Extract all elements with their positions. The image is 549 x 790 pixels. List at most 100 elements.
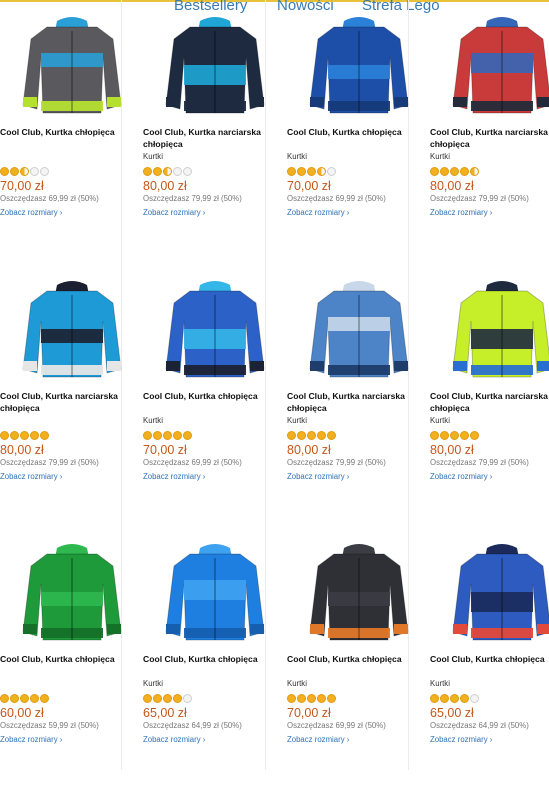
see-sizes-link[interactable]: Zobacz rozmiary › xyxy=(0,735,62,744)
star-icon xyxy=(143,431,152,440)
product-card[interactable]: Cool Club, Kurtka narciarska chłopięcaKu… xyxy=(263,264,406,527)
product-title[interactable]: Cool Club, Kurtka narciarska chłopięca xyxy=(430,126,548,150)
star-icon xyxy=(0,694,9,703)
star-icon xyxy=(297,431,306,440)
see-sizes-link[interactable]: Zobacz rozmiary › xyxy=(143,208,205,217)
star-icon xyxy=(317,431,326,440)
see-sizes-link[interactable]: Zobacz rozmiary › xyxy=(143,735,205,744)
star-icon xyxy=(430,431,439,440)
star-icon xyxy=(460,431,469,440)
product-price: 70,00 zł xyxy=(287,706,331,720)
rating-stars xyxy=(143,694,192,703)
product-card[interactable]: Cool Club, Kurtka chłopięca70,00 złOszcz… xyxy=(0,0,119,263)
product-title[interactable]: Cool Club, Kurtka chłopięca xyxy=(287,653,405,665)
see-sizes-link[interactable]: Zobacz rozmiary › xyxy=(143,472,205,481)
product-card[interactable]: Cool Club, Kurtka chłopięcaKurtki70,00 z… xyxy=(119,264,262,527)
product-price: 80,00 zł xyxy=(430,443,474,457)
star-icon xyxy=(287,694,296,703)
product-card[interactable]: Cool Club, Kurtka chłopięcaKurtki70,00 z… xyxy=(263,527,406,790)
savings-text: Oszczędzasz 64,99 zł (50%) xyxy=(430,721,529,730)
see-sizes-link[interactable]: Zobacz rozmiary › xyxy=(0,208,62,217)
star-icon xyxy=(440,694,449,703)
star-icon xyxy=(450,167,459,176)
product-price: 70,00 zł xyxy=(0,179,44,193)
savings-text: Oszczędzasz 79,99 zł (50%) xyxy=(430,458,529,467)
product-title[interactable]: Cool Club, Kurtka chłopięca xyxy=(287,126,405,138)
star-icon xyxy=(30,431,39,440)
star-icon xyxy=(297,167,306,176)
star-icon xyxy=(430,167,439,176)
product-title[interactable]: Cool Club, Kurtka chłopięca xyxy=(0,653,118,665)
product-card[interactable]: Cool Club, Kurtka narciarska chłopięca Ku… xyxy=(406,0,549,263)
star-icon xyxy=(173,167,182,176)
product-card[interactable]: Cool Club, Kurtka narciarska chłopięca80… xyxy=(0,264,119,527)
star-icon xyxy=(173,431,182,440)
star-icon xyxy=(450,431,459,440)
rating-stars xyxy=(143,431,192,440)
product-title[interactable]: Cool Club, Kurtka chłopięca xyxy=(430,653,548,665)
see-sizes-link[interactable]: Zobacz rozmiary › xyxy=(287,472,349,481)
star-icon xyxy=(10,167,19,176)
product-card[interactable]: Cool Club, Kurtka narciarska chłopięcaKu… xyxy=(119,0,262,263)
star-icon xyxy=(440,431,449,440)
rating-stars xyxy=(0,431,49,440)
star-icon xyxy=(173,694,182,703)
product-card[interactable]: Cool Club, Kurtka chłopięca60,00 złOszcz… xyxy=(0,527,119,790)
star-icon xyxy=(153,694,162,703)
product-card[interactable]: Cool Club, Kurtka chłopięca Kurtki 65,00 z… xyxy=(119,527,262,790)
star-icon xyxy=(40,167,49,176)
product-category: Kurtki xyxy=(430,679,450,688)
star-icon xyxy=(143,694,152,703)
star-icon xyxy=(317,694,326,703)
savings-text: Oszczędzasz 64,99 zł (50%) xyxy=(143,721,242,730)
star-icon xyxy=(20,694,29,703)
product-image[interactable] xyxy=(430,264,549,382)
product-card[interactable]: Cool Club, Kurtka narciarska chłopięcaKu… xyxy=(406,264,549,527)
see-sizes-link[interactable]: Zobacz rozmiary › xyxy=(430,735,492,744)
savings-text: Oszczędzasz 79,99 zł (50%) xyxy=(430,194,529,203)
star-icon xyxy=(153,431,162,440)
savings-text: Oszczędzasz 79,99 zł (50%) xyxy=(0,458,99,467)
star-icon xyxy=(30,167,39,176)
product-title[interactable]: Cool Club, Kurtka chłopięca xyxy=(143,653,261,665)
product-title[interactable]: Cool Club, Kurtka narciarska chłopięca xyxy=(0,390,118,414)
star-icon xyxy=(460,167,469,176)
savings-text: Oszczędzasz 69,99 zł (50%) xyxy=(287,194,386,203)
product-title[interactable]: Cool Club, Kurtka chłopięca xyxy=(143,390,261,402)
product-card[interactable]: Cool Club, Kurtka chłopięca Kurtki 65,00 z… xyxy=(406,527,549,790)
star-icon xyxy=(317,167,326,176)
star-icon xyxy=(307,167,316,176)
savings-text: Oszczędzasz 69,99 zł (50%) xyxy=(287,721,386,730)
product-card[interactable]: Cool Club, Kurtka chłopięcaKurtki70,00 z… xyxy=(263,0,406,263)
product-category: Kurtki xyxy=(430,152,450,161)
star-icon xyxy=(430,694,439,703)
star-icon xyxy=(10,694,19,703)
see-sizes-link[interactable]: Zobacz rozmiary › xyxy=(430,208,492,217)
rating-stars xyxy=(0,167,49,176)
product-image[interactable] xyxy=(430,527,549,645)
star-icon xyxy=(297,694,306,703)
star-icon xyxy=(163,167,172,176)
product-title[interactable]: Cool Club, Kurtka narciarska chłopięca xyxy=(287,390,405,414)
star-icon xyxy=(287,167,296,176)
see-sizes-link[interactable]: Zobacz rozmiary › xyxy=(0,472,62,481)
product-category: Kurtki xyxy=(143,679,163,688)
product-category: Kurtki xyxy=(287,152,307,161)
see-sizes-link[interactable]: Zobacz rozmiary › xyxy=(287,208,349,217)
product-price: 80,00 zł xyxy=(143,179,187,193)
product-title[interactable]: Cool Club, Kurtka narciarska chłopięca xyxy=(143,126,261,150)
product-image[interactable] xyxy=(430,0,549,118)
product-price: 65,00 zł xyxy=(143,706,187,720)
rating-stars xyxy=(430,694,479,703)
rating-stars xyxy=(287,431,336,440)
see-sizes-link[interactable]: Zobacz rozmiary › xyxy=(287,735,349,744)
star-icon xyxy=(40,694,49,703)
star-icon xyxy=(470,694,479,703)
product-price: 65,00 zł xyxy=(430,706,474,720)
savings-text: Oszczędzasz 69,99 zł (50%) xyxy=(143,458,242,467)
see-sizes-link[interactable]: Zobacz rozmiary › xyxy=(430,472,492,481)
product-title[interactable]: Cool Club, Kurtka narciarska chłopięca xyxy=(430,390,548,414)
rating-stars xyxy=(143,167,192,176)
product-title[interactable]: Cool Club, Kurtka chłopięca xyxy=(0,126,118,138)
star-icon xyxy=(143,167,152,176)
